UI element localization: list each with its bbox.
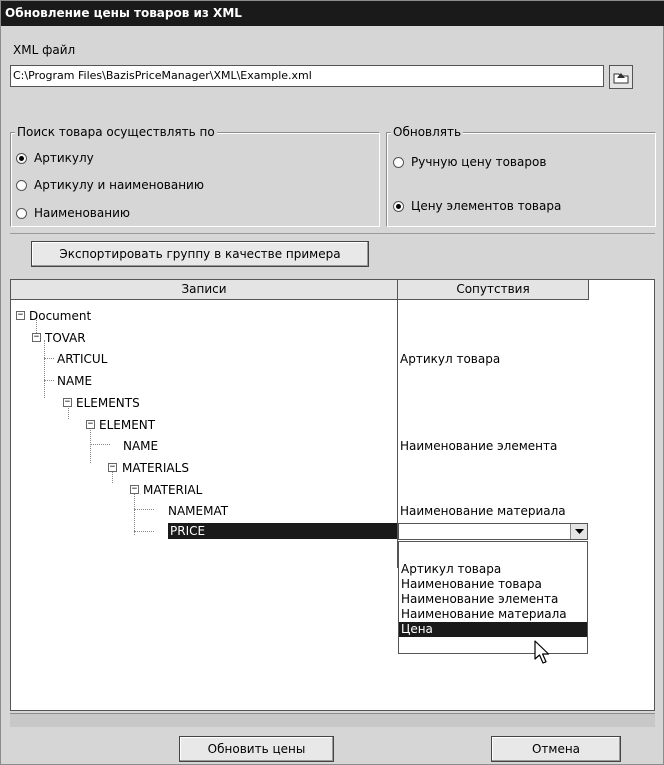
- radio-label: Артикулу и наименованию: [34, 178, 204, 192]
- browse-button[interactable]: [609, 65, 633, 89]
- radio-update-element-price[interactable]: Цену элементов товара: [393, 199, 561, 213]
- tree-node-document[interactable]: Document: [29, 309, 91, 323]
- tree-line: [68, 405, 69, 419]
- tree-node-elements[interactable]: ELEMENTS: [76, 396, 140, 410]
- window-title: Обновление цены товаров из XML: [1, 1, 664, 26]
- update-prices-button[interactable]: Обновить цены: [179, 736, 334, 762]
- mapping-element-name[interactable]: Наименование элемента: [400, 439, 557, 453]
- xml-path-input[interactable]: C:\Program Files\BazisPriceManager\XML\E…: [10, 65, 604, 87]
- tree-line: [90, 427, 91, 463]
- radio-search-articul-name[interactable]: Артикулу и наименованию: [16, 178, 204, 192]
- mouse-cursor-icon: [534, 640, 550, 664]
- xml-file-label: XML файл: [13, 43, 76, 57]
- dropdown-option[interactable]: Наименование материала: [399, 607, 587, 622]
- radio-checked-icon: [16, 152, 27, 164]
- open-folder-icon: [613, 73, 629, 84]
- collapse-icon[interactable]: −: [86, 420, 95, 429]
- radio-label: Наименованию: [34, 206, 130, 220]
- status-bar: [10, 713, 655, 727]
- radio-update-manual-price[interactable]: Ручную цену товаров: [393, 155, 546, 169]
- mapping-articul[interactable]: Артикул товара: [400, 352, 500, 366]
- collapse-icon[interactable]: −: [63, 398, 72, 407]
- tree-line: [44, 358, 54, 359]
- column-header-mappings[interactable]: Сопутствия: [398, 280, 589, 300]
- mapping-tree-panel[interactable]: Записи Сопутствия − − − − − − Document T…: [10, 279, 655, 711]
- radio-unchecked-icon: [393, 156, 404, 168]
- mapping-dropdown-list[interactable]: Артикул товара Наименование товара Наиме…: [398, 541, 588, 654]
- tree-node-price-selected[interactable]: PRICE: [168, 523, 397, 539]
- dropdown-option[interactable]: Наименование элемента: [399, 592, 587, 607]
- column-header-records[interactable]: Записи: [11, 280, 398, 300]
- radio-label: Цену элементов товара: [411, 199, 562, 213]
- dropdown-arrow-icon[interactable]: [570, 524, 587, 539]
- tree-line: [44, 380, 54, 381]
- tree-node-articul[interactable]: ARTICUL: [57, 352, 107, 366]
- tree-node-tovar[interactable]: TOVAR: [45, 331, 86, 345]
- collapse-icon[interactable]: −: [108, 463, 117, 472]
- cancel-button[interactable]: Отмена: [491, 736, 621, 762]
- tree-node-materials[interactable]: MATERIALS: [122, 461, 189, 475]
- export-example-button[interactable]: Экспортировать группу в качестве примера: [31, 241, 369, 267]
- tree-node-element[interactable]: ELEMENT: [99, 418, 155, 432]
- dialog-window: Обновление цены товаров из XML XML файл …: [0, 0, 664, 765]
- update-mode-title: Обновлять: [391, 125, 464, 139]
- tree-node-element-name[interactable]: NAME: [123, 439, 158, 453]
- tree-node-material[interactable]: MATERIAL: [143, 483, 202, 497]
- mapping-namemat[interactable]: Наименование материала: [400, 504, 566, 518]
- divider: [10, 233, 655, 234]
- dropdown-option[interactable]: Артикул товара: [399, 562, 587, 577]
- dropdown-option[interactable]: Наименование товара: [399, 577, 587, 592]
- tree-node-name[interactable]: NAME: [57, 374, 92, 388]
- tree-line: [134, 509, 154, 510]
- tree-line: [134, 491, 135, 535]
- tree-line: [44, 340, 45, 398]
- radio-label: Артикулу: [34, 151, 94, 165]
- radio-unchecked-icon: [16, 179, 27, 191]
- radio-unchecked-icon: [16, 207, 27, 219]
- collapse-icon[interactable]: −: [130, 485, 139, 494]
- collapse-icon[interactable]: −: [16, 311, 25, 320]
- tree-line: [134, 531, 154, 532]
- radio-search-name[interactable]: Наименованию: [16, 206, 130, 220]
- tree-node-namemat[interactable]: NAMEMAT: [168, 504, 228, 518]
- collapse-icon[interactable]: −: [32, 333, 41, 342]
- tree-line: [90, 444, 110, 445]
- search-mode-title: Поиск товара осуществлять по: [15, 125, 217, 139]
- dropdown-option-selected[interactable]: Цена: [399, 622, 587, 637]
- mapping-combobox-price[interactable]: [398, 523, 588, 540]
- radio-checked-icon: [393, 200, 404, 212]
- radio-label: Ручную цену товаров: [411, 155, 547, 169]
- radio-search-articul[interactable]: Артикулу: [16, 151, 94, 165]
